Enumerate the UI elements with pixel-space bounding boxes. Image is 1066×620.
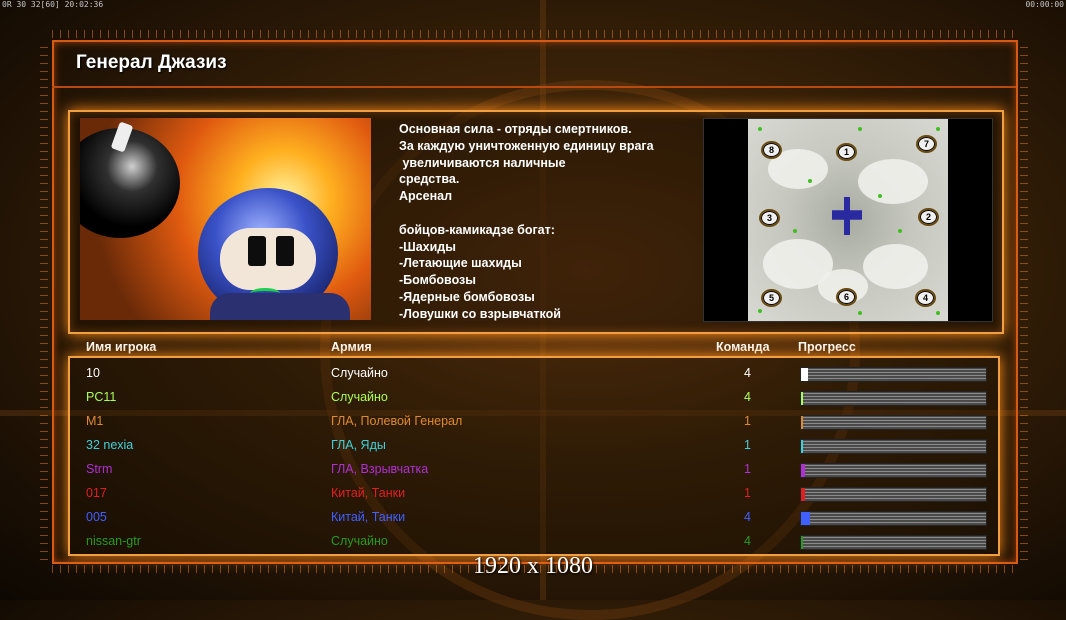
resource-dot [858,311,862,315]
terrain-blob [858,159,928,204]
player-army: ГЛА, Полевой Генерал [331,414,463,428]
resource-dot [898,229,902,233]
resource-dot [793,229,797,233]
progress-bar [800,391,987,406]
player-team: 1 [744,438,751,452]
progress-bar-fill [801,488,805,501]
start-position-marker[interactable]: 1 [836,143,857,161]
resource-dot [758,309,762,313]
player-row: 005 Китай, Танки 4 [0,506,1066,530]
progress-bar-fill [801,512,811,525]
ruler-top [52,30,1016,38]
player-name: nissan-gtr [86,534,141,548]
player-team: 1 [744,486,751,500]
resource-dot [878,194,882,198]
player-team: 4 [744,534,751,548]
player-row: 10 Случайно 4 [0,362,1066,386]
start-position-marker[interactable]: 3 [759,209,780,227]
player-name: 017 [86,486,107,500]
player-name: 005 [86,510,107,524]
progress-bar [800,367,987,382]
general-title: Генерал Джазиз [76,52,227,73]
bomb-fuse [110,121,134,153]
player-army: Случайно [331,390,388,404]
start-position-marker[interactable]: 2 [918,208,939,226]
player-team: 1 [744,462,751,476]
start-position-marker[interactable]: 7 [916,135,937,153]
player-row: 32 nexia ГЛА, Яды 1 [0,434,1066,458]
player-army: Случайно [331,366,388,380]
progress-bar-fill [801,464,805,477]
progress-bar-fill [801,392,803,405]
progress-bar [800,439,987,454]
progress-bar-fill [801,416,803,429]
progress-bar-fill [801,368,809,381]
player-team: 1 [744,414,751,428]
debug-status-bar: 0R 30 32[60] 20:02:36 00:00:00 [0,0,1066,10]
column-header-army: Армия [331,340,372,354]
player-army: Случайно [331,534,388,548]
left-eye [248,236,266,266]
suit-graphic [210,293,350,320]
fps-clock-readout: 0R 30 32[60] 20:02:36 [2,0,104,9]
resource-dot [936,127,940,131]
player-team: 4 [744,366,751,380]
player-name: M1 [86,414,104,428]
progress-bar [800,463,987,478]
player-army: Китай, Танки [331,486,406,500]
title-divider [52,86,1016,88]
column-header-team: Команда [716,340,770,354]
player-row: nissan-gtr Случайно 4 [0,530,1066,554]
progress-bar [800,535,987,550]
player-team: 4 [744,510,751,524]
player-name: PC11 [86,390,117,404]
progress-bar [800,511,987,526]
start-position-marker[interactable]: 6 [836,288,857,306]
player-row: PC11 Случайно 4 [0,386,1066,410]
right-eye [276,236,294,266]
progress-bar [800,487,987,502]
player-name: 10 [86,366,100,380]
bomb-graphic [80,121,180,238]
column-header-player-name: Имя игрока [86,340,157,354]
player-army: Китай, Танки [331,510,406,524]
resolution-label: 1920 x 1080 [473,553,593,579]
player-army: ГЛА, Взрывчатка [331,462,429,476]
player-name: 32 nexia [86,438,134,452]
progress-bar-fill [801,536,803,549]
player-team: 4 [744,390,751,404]
general-description: Основная сила - отряды смертников. За ка… [399,122,654,321]
start-position-marker[interactable]: 8 [761,141,782,159]
face-graphic [220,228,316,290]
central-lake [832,197,862,235]
player-row: Strm ГЛА, Взрывчатка 1 [0,458,1066,482]
general-portrait [80,118,371,320]
start-position-marker[interactable]: 4 [915,289,936,307]
game-timer: 00:00:00 [1025,0,1064,9]
player-row: 017 Китай, Танки 1 [0,482,1066,506]
progress-bar [800,415,987,430]
minimap-terrain: 8 1 7 3 2 5 6 4 [748,119,948,321]
terrain-blob [863,244,928,289]
resource-dot [808,179,812,183]
resource-dot [858,127,862,131]
column-header-progress: Прогресс [798,340,856,354]
minimap: 8 1 7 3 2 5 6 4 [703,118,993,322]
progress-bar-fill [801,440,803,453]
resource-dot [758,127,762,131]
start-position-marker[interactable]: 5 [761,289,782,307]
player-army: ГЛА, Яды [331,438,386,452]
resource-dot [936,311,940,315]
player-row: M1 ГЛА, Полевой Генерал 1 [0,410,1066,434]
tube-graphic [250,288,280,299]
player-name: Strm [86,462,113,476]
